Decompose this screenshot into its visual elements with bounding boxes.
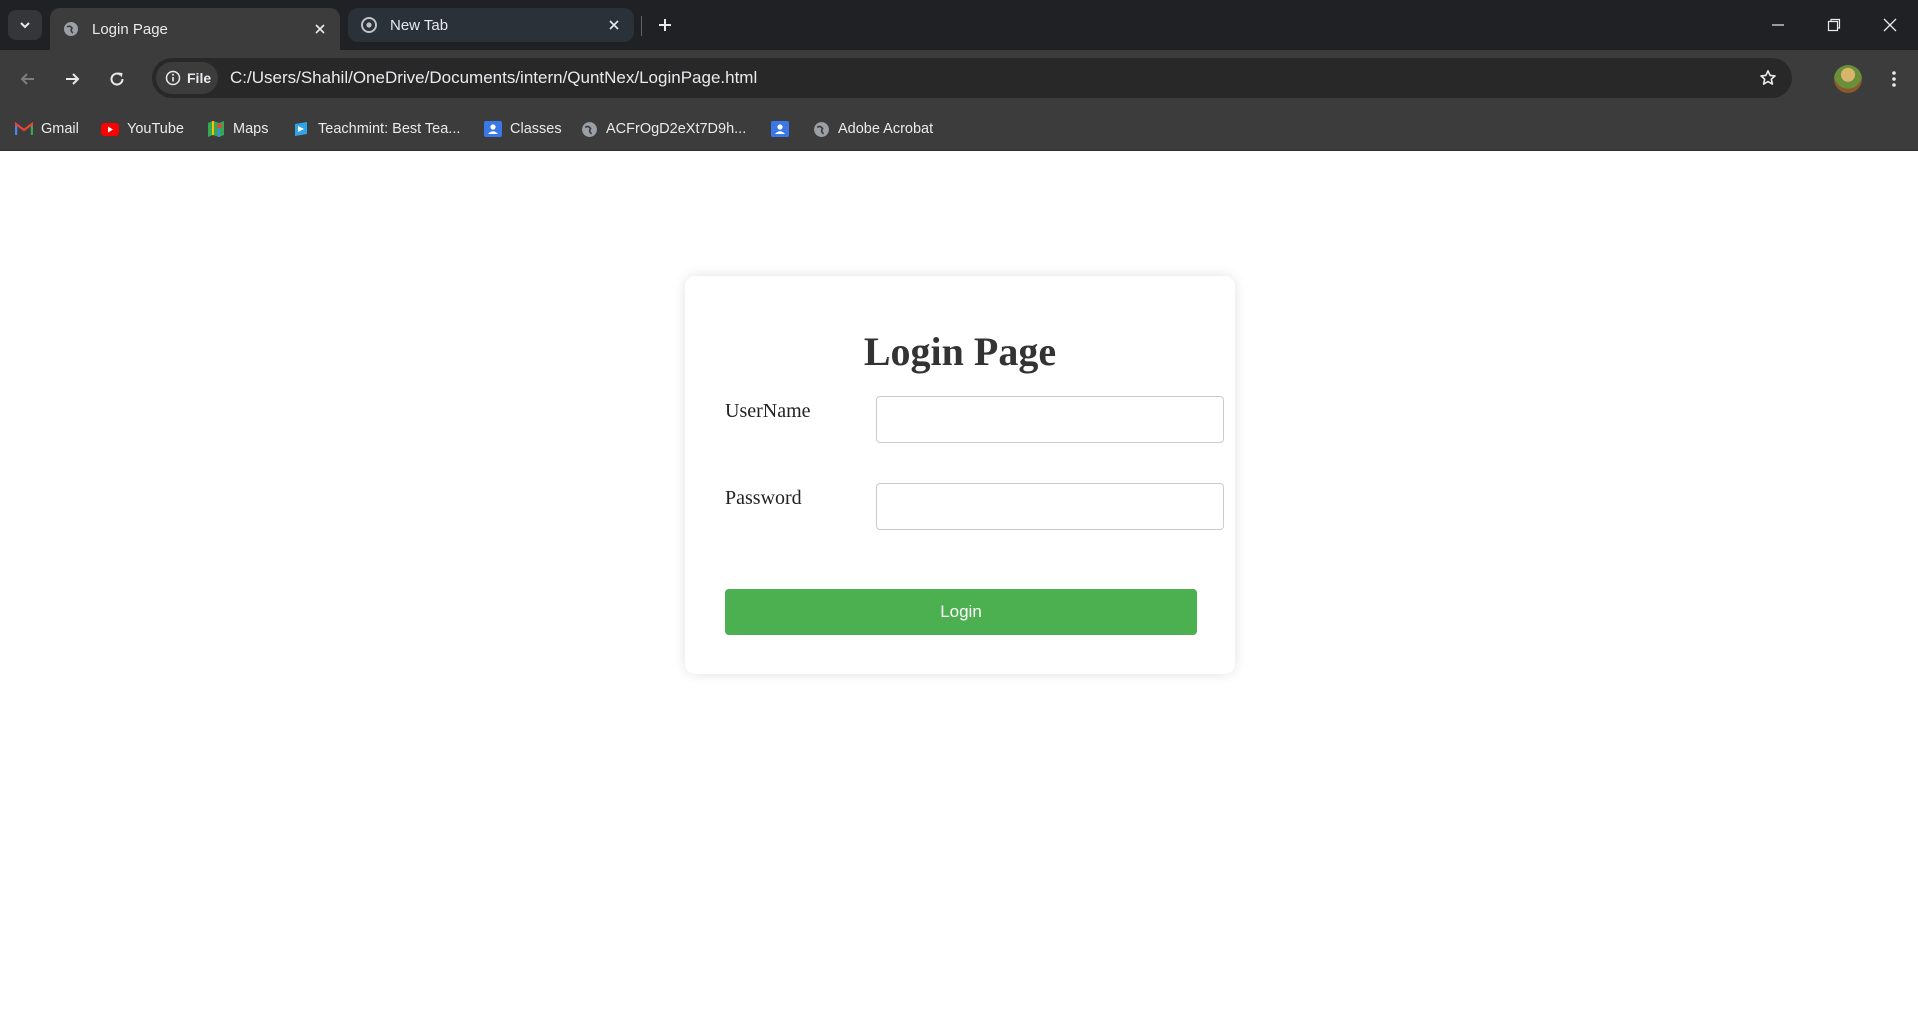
close-icon [1883,18,1897,32]
bookmark-label: Adobe Acrobat [838,121,934,137]
star-icon [1760,70,1776,85]
minimize-button[interactable] [1750,0,1806,50]
bookmark-label: Teachmint: Best Tea... [318,121,461,137]
reload-icon [110,72,124,86]
profile-avatar[interactable] [1834,65,1862,93]
classes-icon [771,120,789,138]
tab-search-button[interactable] [8,10,42,40]
tab-separator [641,16,642,36]
restore-button[interactable] [1806,0,1862,50]
bookmarks-bar: Gmail YouTube Maps Teachmint: Best Tea..… [0,108,1918,151]
bookmark-star-button[interactable] [1754,64,1782,92]
bookmark-classes[interactable]: Classes [484,116,562,142]
new-tab-button[interactable] [650,10,680,40]
password-label: Password [725,487,802,509]
minimize-icon [1772,24,1784,26]
bookmark-gmail[interactable]: Gmail [15,116,79,142]
forward-button[interactable] [54,61,90,97]
bookmark-classroom[interactable] [771,116,797,142]
chrome-icon [360,16,378,34]
window-close-button[interactable] [1862,0,1918,50]
username-input[interactable] [876,396,1224,443]
plus-icon [659,19,671,31]
bookmark-label: Gmail [41,121,79,137]
restore-icon [1827,18,1841,32]
login-card: Login Page UserName Password Login [685,276,1235,674]
bookmark-acfrogd[interactable]: ACFrOgD2eXt7D9h... [580,116,746,142]
username-label: UserName [725,400,811,422]
bookmark-label: Classes [510,121,562,137]
more-vertical-icon [1892,71,1896,87]
maps-icon [207,120,225,138]
url-text[interactable]: C:/Users/Shahil/OneDrive/Documents/inter… [230,58,757,98]
chevron-down-icon [20,22,30,29]
bookmark-teachmint[interactable]: Teachmint: Best Tea... [292,116,460,142]
globe-icon [812,120,830,138]
bookmark-label: ACFrOgD2eXt7D9h... [606,121,747,137]
globe-icon [580,120,598,138]
browser-toolbar: File C:/Users/Shahil/OneDrive/Documents/… [0,50,1918,108]
back-button[interactable] [10,61,46,97]
browser-title-bar: Login Page New Tab [0,0,1918,50]
gmail-icon [15,120,33,138]
close-tab-icon[interactable] [308,17,332,41]
bookmark-label: Maps [233,121,269,137]
bookmark-label: YouTube [127,121,184,137]
bookmark-youtube[interactable]: YouTube [101,116,184,142]
site-info-chip[interactable]: File [156,62,218,94]
login-button[interactable]: Login [725,589,1197,635]
password-input[interactable] [876,483,1224,530]
tab-title: Login Page [92,20,168,38]
address-bar[interactable]: File C:/Users/Shahil/OneDrive/Documents/… [152,58,1792,98]
youtube-icon [101,120,119,138]
page-title: Login Page [863,329,1057,374]
close-tab-icon[interactable] [602,13,626,37]
classes-icon [484,120,502,138]
browser-menu-button[interactable] [1880,65,1908,93]
tab-login-page[interactable]: Login Page [50,8,340,50]
teachmint-icon [292,120,310,138]
info-icon [165,70,181,86]
tab-title: New Tab [390,16,449,34]
page-viewport: Login Page UserName Password Login [0,151,1918,1018]
tab-new-tab[interactable]: New Tab [348,8,634,42]
bookmark-maps[interactable]: Maps [207,116,268,142]
arrow-left-icon [20,73,34,85]
reload-button[interactable] [99,61,135,97]
arrow-right-icon [66,73,80,85]
globe-icon [62,20,80,38]
site-info-label: File [187,70,212,86]
bookmark-adobe-acrobat[interactable]: Adobe Acrobat [812,116,933,142]
